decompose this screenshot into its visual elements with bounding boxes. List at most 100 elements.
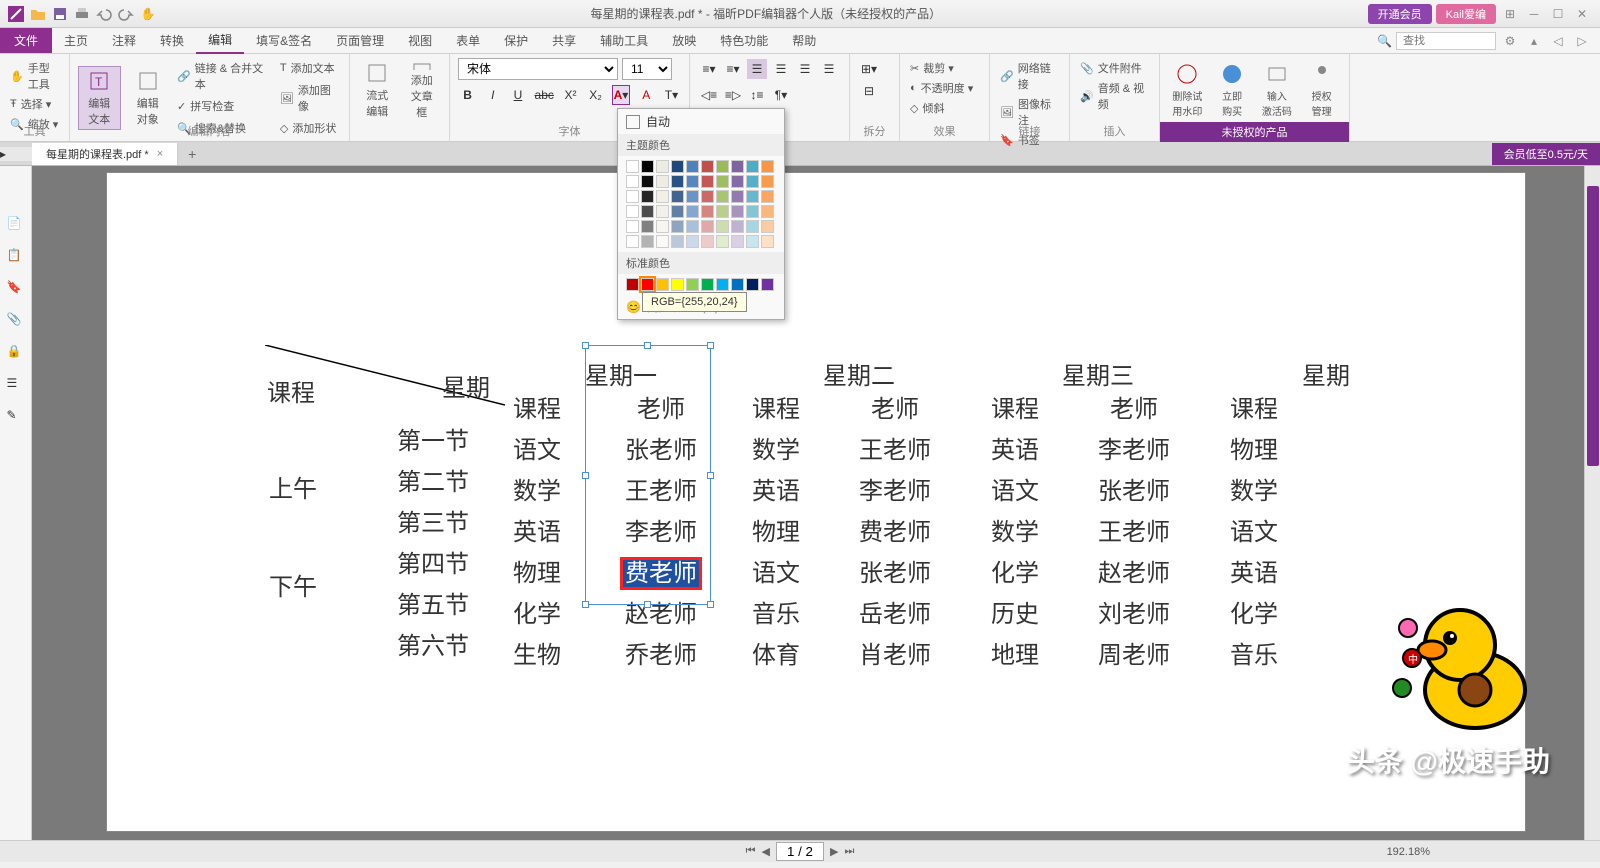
color-swatch[interactable]	[716, 190, 729, 203]
undo-icon[interactable]	[96, 6, 112, 22]
auto-color[interactable]: 自动	[618, 109, 784, 134]
color-swatch[interactable]	[656, 205, 669, 218]
side-bookmark-icon[interactable]: 🔖	[7, 280, 25, 298]
indent-dec[interactable]: ◁≡	[699, 85, 719, 105]
file-attach[interactable]: 📎 文件附件	[1078, 58, 1151, 78]
selection-box[interactable]	[585, 345, 711, 605]
size-select[interactable]: 11	[622, 58, 672, 80]
color-swatch[interactable]	[656, 160, 669, 173]
add-image[interactable]: 🖼 添加图像	[278, 80, 341, 116]
italic-button[interactable]: I	[484, 85, 501, 105]
collapse-icon[interactable]: ▴	[1524, 31, 1544, 51]
page-input[interactable]	[776, 842, 824, 861]
menu-help[interactable]: 帮助	[780, 28, 828, 53]
open-icon[interactable]	[30, 6, 46, 22]
color-swatch[interactable]	[686, 205, 699, 218]
font-color-button[interactable]: A▾	[612, 85, 629, 105]
menu-comment[interactable]: 注释	[100, 28, 148, 53]
nav-next-icon[interactable]: ▷	[1572, 31, 1592, 51]
menu-file[interactable]: 文件	[0, 28, 52, 53]
color-swatch[interactable]	[656, 175, 669, 188]
hand-icon[interactable]: ✋	[140, 6, 156, 22]
color-swatch[interactable]	[641, 278, 654, 291]
panel-toggle[interactable]: ▸	[0, 147, 32, 161]
menu-page[interactable]: 页面管理	[324, 28, 396, 53]
color-swatch[interactable]	[746, 278, 759, 291]
side-page-icon[interactable]: 📄	[7, 216, 25, 234]
font-select[interactable]: 宋体	[458, 58, 618, 80]
prev-page-icon[interactable]: ◀	[762, 845, 770, 858]
pdf-page[interactable]: 课程 星期 星期一 星期二 星期三 星期 上午 下午 第一节第二节第三节第四节第…	[106, 172, 1526, 832]
first-page-icon[interactable]: ⏮	[746, 845, 756, 858]
last-page-icon[interactable]: ⏭	[844, 845, 854, 858]
color-swatch[interactable]	[731, 278, 744, 291]
color-swatch[interactable]	[671, 205, 684, 218]
color-swatch[interactable]	[716, 205, 729, 218]
color-swatch[interactable]	[761, 190, 774, 203]
edit-text-button[interactable]: T编辑 文本	[78, 66, 121, 130]
color-swatch[interactable]	[746, 235, 759, 248]
split-v[interactable]: ⊟	[859, 81, 879, 101]
member-badge[interactable]: 开通会员	[1368, 4, 1432, 24]
flow-edit[interactable]: 流式 编辑	[358, 58, 397, 122]
nav-prev-icon[interactable]: ◁	[1548, 31, 1568, 51]
buy-now[interactable]: 立即 购买	[1213, 58, 1252, 122]
menu-convert[interactable]: 转换	[148, 28, 196, 53]
strike-button[interactable]: abc	[535, 85, 554, 105]
color-swatch[interactable]	[686, 235, 699, 248]
color-swatch[interactable]	[731, 220, 744, 233]
align-right[interactable]: ☰	[795, 59, 815, 79]
tab-close-icon[interactable]: ×	[157, 148, 163, 160]
split-h[interactable]: ⊞▾	[859, 59, 879, 79]
align-justify[interactable]: ☰	[819, 59, 839, 79]
color-swatch[interactable]	[761, 278, 774, 291]
color-swatch[interactable]	[701, 190, 714, 203]
side-layers-icon[interactable]: ☰	[7, 376, 25, 394]
close-icon[interactable]: ✕	[1572, 4, 1592, 24]
superscript-button[interactable]: X²	[562, 85, 579, 105]
vertical-scrollbar[interactable]	[1584, 166, 1600, 840]
color-swatch[interactable]	[716, 235, 729, 248]
color-swatch[interactable]	[701, 278, 714, 291]
color-swatch[interactable]	[656, 220, 669, 233]
case-button[interactable]: T▾	[663, 85, 680, 105]
menu-form[interactable]: 表单	[444, 28, 492, 53]
options-icon[interactable]: ⚙	[1500, 31, 1520, 51]
highlight-button[interactable]: A	[638, 85, 655, 105]
grid-icon[interactable]: ⊞	[1500, 4, 1520, 24]
link-merge[interactable]: 🔗 链接 & 合并文本	[175, 58, 272, 94]
color-swatch[interactable]	[701, 235, 714, 248]
color-swatch[interactable]	[701, 175, 714, 188]
color-swatch[interactable]	[671, 160, 684, 173]
remove-watermark[interactable]: 删除试 用水印	[1168, 58, 1207, 122]
minimize-icon[interactable]: ─	[1524, 4, 1544, 24]
color-swatch[interactable]	[671, 220, 684, 233]
enter-code[interactable]: 输入 激活码	[1258, 58, 1297, 122]
color-swatch[interactable]	[761, 220, 774, 233]
color-swatch[interactable]	[746, 160, 759, 173]
line-spacing[interactable]: ↕≡	[747, 85, 767, 105]
color-swatch[interactable]	[716, 175, 729, 188]
menu-edit[interactable]: 编辑	[196, 27, 244, 54]
document-tab[interactable]: 每星期的课程表.pdf * ×	[32, 143, 178, 165]
user-badge[interactable]: Kail爱编	[1436, 4, 1496, 24]
subscript-button[interactable]: X₂	[587, 85, 604, 105]
color-swatch[interactable]	[761, 175, 774, 188]
color-swatch[interactable]	[731, 175, 744, 188]
color-swatch[interactable]	[686, 278, 699, 291]
spell-check[interactable]: ✓ 拼写检查	[175, 96, 272, 116]
color-swatch[interactable]	[641, 205, 654, 218]
add-text[interactable]: T 添加文本	[278, 58, 341, 78]
color-swatch[interactable]	[746, 190, 759, 203]
menu-view[interactable]: 视图	[396, 28, 444, 53]
hand-tool[interactable]: ✋ 手型工具	[8, 58, 61, 94]
underline-button[interactable]: U	[509, 85, 526, 105]
number-list[interactable]: ≡▾	[723, 59, 743, 79]
license-mgr[interactable]: 授权 管理	[1302, 58, 1341, 122]
promo-banner[interactable]: 会员低至0.5元/天	[1492, 143, 1600, 165]
add-frame[interactable]: 添加 文章框	[403, 58, 442, 122]
side-lock-icon[interactable]: 🔒	[7, 344, 25, 362]
color-swatch[interactable]	[626, 160, 639, 173]
menu-home[interactable]: 主页	[52, 28, 100, 53]
menu-share[interactable]: 共享	[540, 28, 588, 53]
